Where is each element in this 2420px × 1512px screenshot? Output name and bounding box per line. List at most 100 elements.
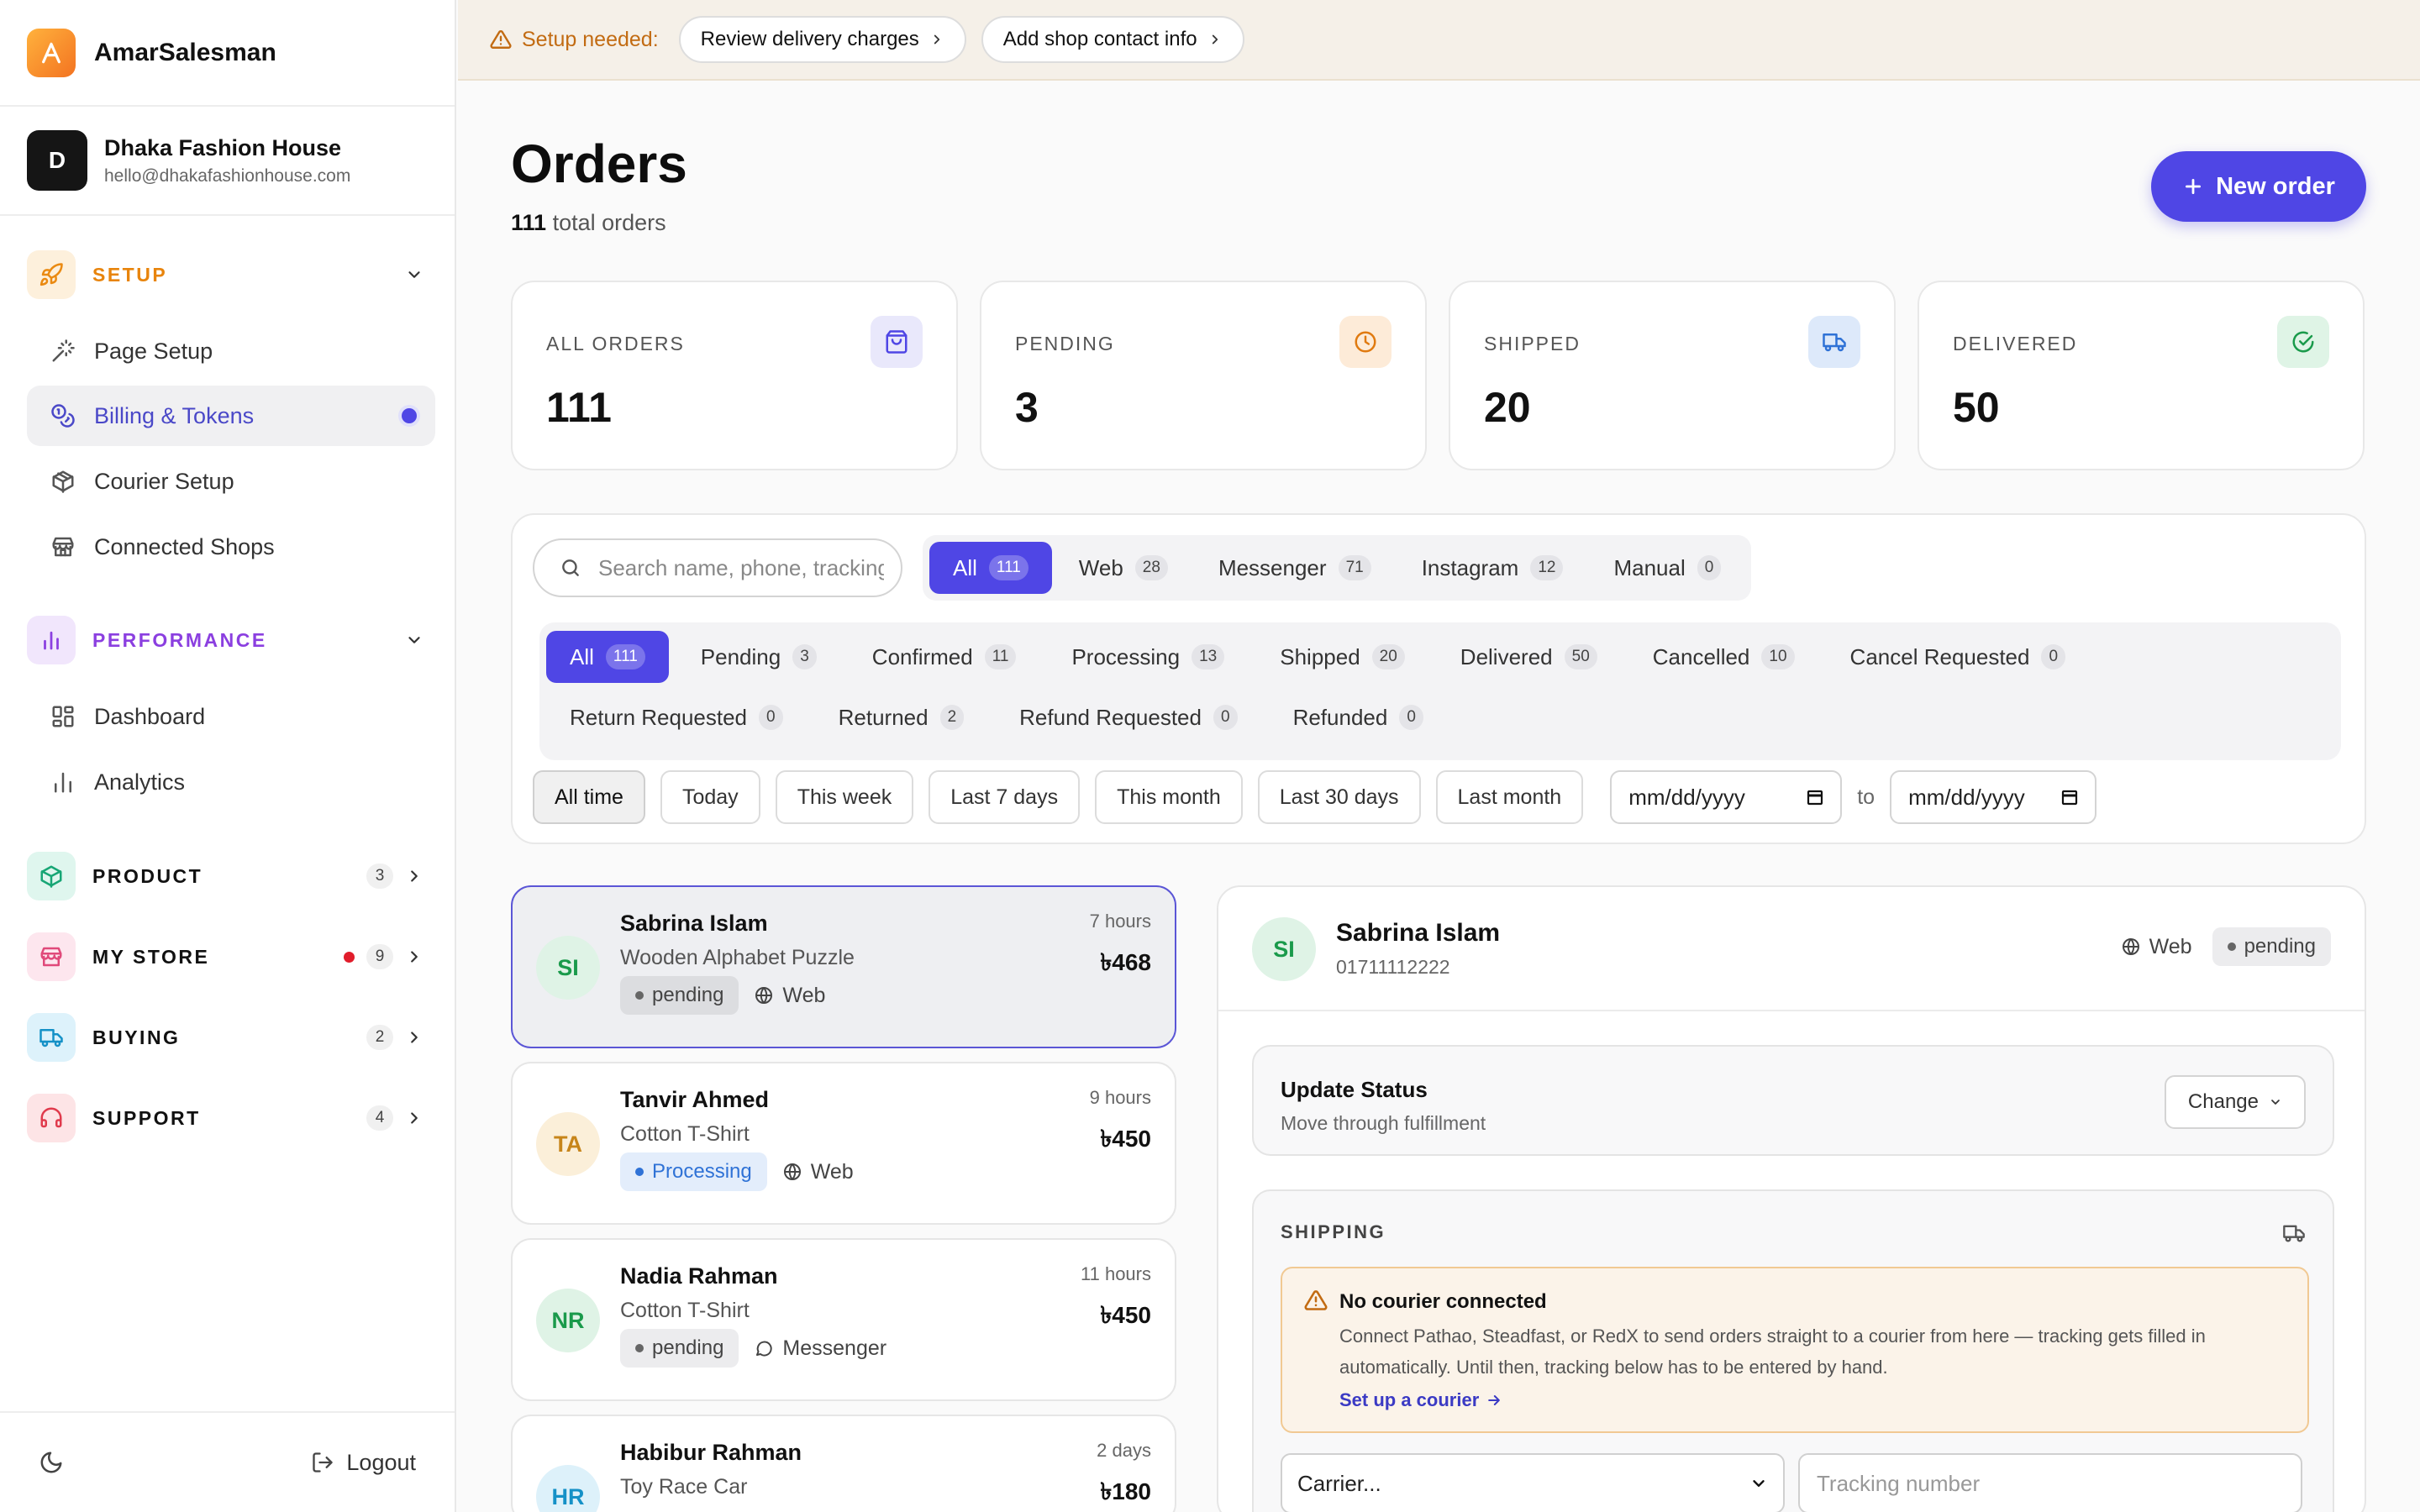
channel-tab-instagram[interactable]: Instagram 12 (1398, 542, 1587, 594)
order-time: 9 hours (1089, 1087, 1151, 1108)
set-up-courier-link[interactable]: Set up a courier (1339, 1389, 1502, 1411)
sidebar-item-courier-setup[interactable]: Courier Setup (27, 451, 435, 512)
channel-tab-all[interactable]: All 111 (929, 542, 1052, 594)
date-to-value: mm/dd/yyyy (1908, 784, 2025, 810)
order-count: 111 total orders (511, 210, 666, 236)
group-support[interactable]: SUPPORT 4 (27, 1088, 435, 1148)
order-detail-panel: SI Sabrina Islam 01711112222 Web pending… (1217, 885, 2366, 1512)
chevron-right-icon (934, 34, 939, 45)
date-range-separator: to (1857, 785, 1876, 809)
status-tab-refunded[interactable]: Refunded 0 (1270, 691, 1447, 743)
add-shop-contact-button[interactable]: Add shop contact info (981, 16, 1244, 63)
group-count: 9 (366, 944, 393, 969)
channel-tab-manual[interactable]: Manual 0 (1590, 542, 1744, 594)
date-filter-today[interactable]: Today (660, 770, 760, 824)
box-icon (27, 852, 76, 900)
sidebar-item-label: Analytics (94, 769, 186, 795)
status-tab-cancel-requested[interactable]: Cancel Requested 0 (1827, 631, 2090, 683)
status-tab-delivered[interactable]: Delivered 50 (1437, 631, 1621, 683)
stat-card-pending[interactable]: PENDING 3 (980, 281, 1427, 470)
stat-card-all-orders[interactable]: ALL ORDERS 111 (511, 281, 958, 470)
package-icon (52, 470, 74, 493)
date-filter-last-30-days[interactable]: Last 30 days (1257, 770, 1421, 824)
date-to-input[interactable]: mm/dd/yyyy (1890, 770, 2097, 824)
truck-icon (2282, 1221, 2306, 1245)
date-filter-last-7-days[interactable]: Last 7 days (929, 770, 1081, 824)
tab-count: 3 (792, 644, 817, 669)
status-tab-refund-requested[interactable]: Refund Requested 0 (996, 691, 1260, 743)
status-tab-return-requested[interactable]: Return Requested 0 (546, 691, 807, 743)
status-badge: Processing (620, 1152, 767, 1191)
status-tab-cancelled[interactable]: Cancelled 10 (1629, 631, 1818, 683)
date-filter-last-month[interactable]: Last month (1435, 770, 1584, 824)
change-status-button[interactable]: Change (2164, 1075, 2306, 1129)
page-title: Orders (511, 134, 687, 194)
tracking-input[interactable] (1817, 1470, 2284, 1497)
status-tab-returned[interactable]: Returned 2 (815, 691, 988, 743)
date-filters: All time Today This week Last 7 days Thi… (533, 770, 2097, 824)
review-delivery-charges-button[interactable]: Review delivery charges (678, 16, 966, 63)
status-tab-processing[interactable]: Processing 13 (1048, 631, 1248, 683)
channel-badge: Web (754, 984, 825, 1008)
moon-icon[interactable] (39, 1450, 64, 1475)
stat-value: 50 (1953, 384, 2000, 431)
tab-label: Cancelled (1652, 643, 1750, 669)
search-box[interactable] (533, 538, 902, 597)
date-from-input[interactable]: mm/dd/yyyy (1610, 770, 1843, 824)
channel-tab-web[interactable]: Web 28 (1055, 542, 1192, 594)
globe-icon (2122, 938, 2139, 955)
group-performance[interactable]: PERFORMANCE (27, 610, 435, 670)
search-input[interactable] (598, 554, 884, 581)
group-buying[interactable]: BUYING 2 (27, 1007, 435, 1068)
status-tab-shipped[interactable]: Shipped 20 (1256, 631, 1428, 683)
sidebar: AmarSalesman D Dhaka Fashion House hello… (0, 0, 456, 1512)
order-product: Wooden Alphabet Puzzle (620, 946, 855, 969)
order-time: 11 hours (1081, 1263, 1151, 1284)
tab-label: Web (1078, 554, 1123, 580)
date-filter-all-time[interactable]: All time (533, 770, 645, 824)
date-filter-this-week[interactable]: This week (775, 770, 914, 824)
status-tabs: All 111 Pending 3 Confirmed 11 Processing 13… (539, 622, 2341, 760)
sidebar-item-dashboard[interactable]: Dashboard (27, 686, 435, 747)
logout-button[interactable]: Logout (311, 1450, 416, 1476)
channel-badge: Web (782, 1160, 854, 1184)
tracking-field[interactable] (1798, 1453, 2302, 1512)
sidebar-item-label: Dashboard (94, 703, 206, 729)
order-card[interactable]: NR Nadia Rahman Cotton T-Shirt 11 hours … (511, 1238, 1176, 1401)
order-price: ৳180 (1100, 1478, 1151, 1504)
stat-card-delivered[interactable]: DELIVERED 50 (1918, 281, 2365, 470)
order-customer-name: Tanvir Ahmed (620, 1087, 770, 1112)
tab-label: Cancel Requested (1849, 643, 2030, 669)
button-label: Review delivery charges (700, 28, 919, 50)
stat-card-shipped[interactable]: SHIPPED 20 (1449, 281, 1896, 470)
filters-panel: All 111 Web 28 Messenger 71 Instagram 12 Man… (511, 513, 2366, 844)
stat-label: PENDING (1015, 333, 1115, 354)
sidebar-item-connected-shops[interactable]: Connected Shops (27, 517, 435, 577)
group-my-store[interactable]: MY STORE 9 (27, 927, 435, 987)
status-tab-all[interactable]: All 111 (546, 631, 669, 683)
shop-switcher[interactable]: D Dhaka Fashion House hello@dhakafashion… (0, 107, 455, 216)
button-label: Change (2187, 1090, 2259, 1113)
carrier-select[interactable]: Carrier... (1281, 1453, 1785, 1512)
message-icon (756, 1341, 773, 1357)
order-card[interactable]: SI Sabrina Islam Wooden Alphabet Puzzle … (511, 885, 1176, 1048)
date-filter-this-month[interactable]: This month (1095, 770, 1243, 824)
logout-label: Logout (346, 1449, 416, 1475)
new-order-button[interactable]: New order (2151, 151, 2366, 222)
group-setup[interactable]: SETUP (27, 244, 435, 305)
status-badge: pending (2212, 927, 2331, 966)
alert-body: Connect Pathao, Steadfast, or RedX to se… (1339, 1326, 2206, 1378)
banner-label: Setup needed: (522, 27, 659, 51)
sidebar-item-billing[interactable]: Billing & Tokens (27, 386, 435, 446)
status-tab-pending[interactable]: Pending 3 (677, 631, 840, 683)
status-tab-confirmed[interactable]: Confirmed 11 (849, 631, 1040, 683)
warning-icon (490, 30, 512, 49)
sidebar-item-page-setup[interactable]: Page Setup (27, 321, 435, 381)
group-product[interactable]: PRODUCT 3 (27, 846, 435, 906)
channel-tab-messenger[interactable]: Messenger 71 (1195, 542, 1395, 594)
order-card[interactable]: TA Tanvir Ahmed Cotton T-Shirt 9 hours ৳… (511, 1062, 1176, 1225)
tab-label: All (953, 554, 977, 580)
order-card[interactable]: HR Habibur Rahman Toy Race Car 2 days ৳1… (511, 1415, 1176, 1512)
sidebar-item-analytics[interactable]: Analytics (27, 752, 435, 812)
coins-icon (51, 404, 75, 428)
